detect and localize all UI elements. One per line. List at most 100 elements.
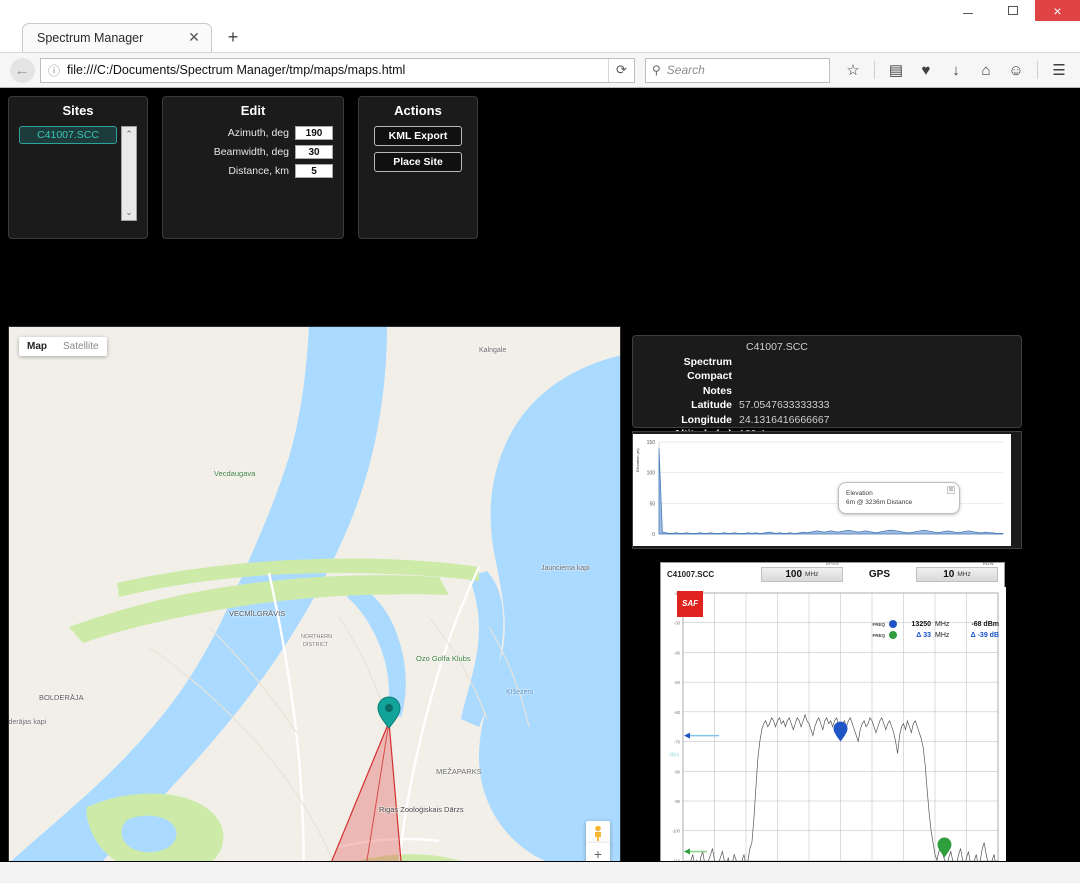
pocket-icon[interactable]: ♥ <box>913 57 939 83</box>
elevation-profile-chart[interactable]: 0 50 100 150 Elevation (m) ⊠ Elevation 6m @… <box>633 434 1011 546</box>
toolbar-icon-group: ☆ ▤ ♥ ↓ ⌂ ☺ ☰ <box>840 57 1072 83</box>
maximize-button[interactable] <box>990 0 1035 21</box>
map-label: BOLDERĀJA <box>39 693 84 702</box>
map-label: Ķīšezers <box>506 689 534 696</box>
map-label: MEŽAPARKS <box>436 767 482 776</box>
site-list-item[interactable]: C41007.SCC <box>19 126 117 144</box>
reload-icon[interactable]: ⟳ <box>608 58 634 82</box>
svg-text:-30: -30 <box>674 620 681 625</box>
back-button[interactable]: ← <box>8 56 36 84</box>
marker-row-1: FREQ 13250 MHz -68 dBm <box>872 619 999 630</box>
control-panels: Sites C41007.SCC ⌃ ⌄ Edit Azimuth, deg 1… <box>8 96 1072 239</box>
distance-input[interactable] <box>295 164 333 178</box>
svg-text:dBm: dBm <box>669 752 679 758</box>
place-site-button[interactable]: Place Site <box>374 152 462 172</box>
svg-text:-80: -80 <box>674 769 681 774</box>
info-key: Spectrum Compact <box>683 355 732 383</box>
marker2-frequency: Δ 33 <box>916 631 931 639</box>
library-icon[interactable]: ▤ <box>883 57 909 83</box>
azimuth-input[interactable] <box>295 126 333 140</box>
title-bar: × <box>0 0 1080 22</box>
info-value: 57.0547633333333 <box>739 399 830 411</box>
svg-text:100: 100 <box>647 471 656 477</box>
map-canvas[interactable]: Kalngale Vecdaugava VECMĪLGRĀVIS NORTHERN DI… <box>8 326 621 883</box>
toolbar-divider <box>874 61 875 79</box>
tooltip-line-1: Elevation <box>846 490 873 497</box>
bookmark-star-icon[interactable]: ☆ <box>840 57 866 83</box>
svg-text:-40: -40 <box>674 650 681 655</box>
back-arrow-icon: ← <box>9 57 35 83</box>
tab-spectrum-manager[interactable]: Spectrum Manager ✕ <box>22 23 212 52</box>
beamwidth-row: Beamwidth, deg <box>173 145 333 159</box>
sites-panel: Sites C41007.SCC ⌃ ⌄ <box>8 96 148 239</box>
info-key: Notes <box>702 384 732 397</box>
elevation-tooltip[interactable]: ⊠ Elevation 6m @ 3236m Distance <box>838 482 960 514</box>
sync-smiley-icon[interactable]: ☺ <box>1003 57 1029 83</box>
info-row-notes: Notes <box>639 384 1015 399</box>
scroll-down-icon[interactable]: ⌄ <box>125 207 133 218</box>
map-label: Kalngale <box>479 347 507 354</box>
tab-strip: Spectrum Manager ✕ + <box>0 22 1080 52</box>
site-info-name: C41007.SCC <box>746 341 808 353</box>
sites-panel-title: Sites <box>62 103 94 118</box>
elevation-y-axis-label: Elevation (m) <box>635 448 640 472</box>
hamburger-menu-icon[interactable]: ☰ <box>1046 57 1072 83</box>
marker1-color-dot <box>889 620 897 629</box>
tooltip-line-2: 6m @ 3236m Distance <box>846 499 913 506</box>
map-type-satellite-button[interactable]: Satellite <box>55 337 107 356</box>
edit-panel-title: Edit <box>240 103 266 118</box>
marker-readout: FREQ 13250 MHz -68 dBm FREQ Δ 33 MHz Δ -… <box>872 619 999 641</box>
url-bar[interactable]: ⓘ file:///C:/Documents/Spectrum Manager/… <box>40 57 635 83</box>
kml-export-button[interactable]: KML Export <box>374 126 462 146</box>
gps-indicator: GPS <box>868 569 890 581</box>
span-field[interactable]: SPAN 100 MHz <box>760 561 843 583</box>
site-list: C41007.SCC <box>19 126 117 221</box>
tab-label: Spectrum Manager <box>37 31 144 45</box>
saf-brand-logo: SAF <box>677 590 703 617</box>
span-unit: MHz <box>805 571 819 579</box>
map-label: VECMĪLGRĀVIS <box>229 609 286 618</box>
home-icon[interactable]: ⌂ <box>973 57 999 83</box>
map-type-map-button[interactable]: Map <box>19 337 55 356</box>
minimize-button[interactable] <box>945 0 990 21</box>
marker2-power: Δ -39 dB <box>970 631 999 639</box>
close-button[interactable]: × <box>1035 0 1080 21</box>
svg-text:-70: -70 <box>674 739 681 744</box>
svg-text:50: 50 <box>649 501 655 507</box>
identity-info-icon[interactable]: ⓘ <box>41 59 67 82</box>
marker2-color-dot <box>889 631 897 640</box>
rbw-caption: RBW <box>982 561 994 567</box>
azimuth-row: Azimuth, deg <box>173 126 333 140</box>
info-value: 24.1316416666667 <box>739 413 830 426</box>
pegman-street-view-icon[interactable] <box>586 821 610 845</box>
distance-label: Distance, km <box>228 165 289 177</box>
marker2-frequency-unit: MHz <box>935 631 950 639</box>
spectrum-header: C41007.SCC SPAN 100 MHz GPS RBW 10 MHz <box>661 561 1004 587</box>
edit-panel: Edit Azimuth, deg Beamwidth, deg Distanc… <box>162 96 344 239</box>
toolbar-divider-2 <box>1037 61 1038 79</box>
beamwidth-label: Beamwidth, deg <box>213 146 289 158</box>
rbw-field[interactable]: RBW 10 MHz <box>916 561 998 583</box>
scroll-up-icon[interactable]: ⌃ <box>125 129 133 140</box>
spectrum-plot[interactable]: -20-30-40-50-60-70-80-90-100-110-120dBm … <box>661 586 1006 883</box>
tab-close-icon[interactable]: ✕ <box>185 29 203 47</box>
url-text: file:///C:/Documents/Spectrum Manager/tm… <box>67 63 406 77</box>
map-label: Jaunciema kapi <box>541 565 590 572</box>
site-list-scrollbar[interactable]: ⌃ ⌄ <box>121 126 137 221</box>
map-graphics <box>9 327 620 883</box>
info-row-latitude: Latitude 57.0547633333333 <box>639 398 1015 413</box>
downloads-icon[interactable]: ↓ <box>943 57 969 83</box>
svg-text:150: 150 <box>647 440 656 446</box>
rbw-value: 10 <box>943 569 955 581</box>
elevation-profile-container: 0 50 100 150 Elevation (m) ⊠ Elevation 6m @… <box>632 431 1022 549</box>
search-bar[interactable]: ⚲ Search <box>645 57 830 83</box>
marker-row-2: FREQ Δ 33 MHz Δ -39 dB <box>872 630 999 641</box>
search-placeholder: Search <box>666 63 705 77</box>
map-type-control[interactable]: Map Satellite <box>19 337 107 356</box>
navigation-toolbar: ← ⓘ file:///C:/Documents/Spectrum Manage… <box>0 52 1080 88</box>
beamwidth-input[interactable] <box>295 145 333 159</box>
svg-text:-50: -50 <box>674 680 681 685</box>
new-tab-button[interactable]: + <box>220 24 246 50</box>
tooltip-close-icon[interactable]: ⊠ <box>947 486 955 494</box>
map-label: Vecdaugava <box>214 469 256 478</box>
